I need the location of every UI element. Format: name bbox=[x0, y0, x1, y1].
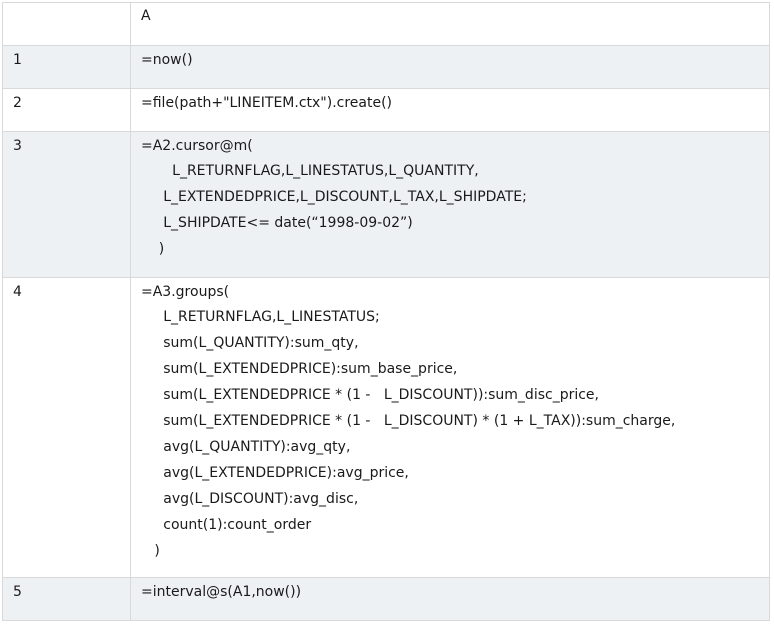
cell-line: =now() bbox=[141, 52, 193, 68]
cell-a4[interactable]: =A3.groups( L_RETURNFLAG,L_LINESTATUS; s… bbox=[130, 277, 770, 578]
column-header-a[interactable]: A bbox=[130, 2, 770, 46]
row-number-3[interactable]: 3 bbox=[2, 131, 131, 278]
table-row: 2 =file(path+"LINEITEM.ctx").create() bbox=[2, 88, 770, 132]
table-row: 4 =A3.groups( L_RETURNFLAG,L_LINESTATUS;… bbox=[2, 277, 770, 578]
cell-line: avg(L_QUANTITY):avg_qty, bbox=[141, 439, 351, 455]
cell-line: =A3.groups( bbox=[141, 284, 230, 300]
corner-cell[interactable] bbox=[2, 2, 131, 46]
cell-line: =file(path+"LINEITEM.ctx").create() bbox=[141, 95, 393, 111]
cell-line: sum(L_EXTENDEDPRICE * (1 - L_DISCOUNT)):… bbox=[141, 387, 599, 403]
cell-line: L_RETURNFLAG,L_LINESTATUS; bbox=[141, 309, 380, 325]
cell-line: avg(L_DISCOUNT):avg_disc, bbox=[141, 491, 359, 507]
row-number-1[interactable]: 1 bbox=[2, 45, 131, 89]
cell-line: count(1):count_order bbox=[141, 517, 312, 533]
cell-line: L_SHIPDATE<= date(“1998-09-02”) bbox=[141, 215, 413, 231]
cell-line: ) bbox=[141, 543, 160, 559]
cell-line: L_EXTENDEDPRICE,L_DISCOUNT,L_TAX,L_SHIPD… bbox=[141, 189, 527, 205]
cell-line: =A2.cursor@m( bbox=[141, 138, 253, 154]
table-row: 5 =interval@s(A1,now()) bbox=[2, 577, 770, 621]
cell-line: avg(L_EXTENDEDPRICE):avg_price, bbox=[141, 465, 409, 481]
cell-line: sum(L_QUANTITY):sum_qty, bbox=[141, 335, 359, 351]
spreadsheet-grid: A 1 =now() 2 =file(path+"LINEITEM.ctx").… bbox=[2, 2, 770, 621]
cell-line: =interval@s(A1,now()) bbox=[141, 584, 302, 600]
row-number-5[interactable]: 5 bbox=[2, 577, 131, 621]
cell-line: sum(L_EXTENDEDPRICE * (1 - L_DISCOUNT) *… bbox=[141, 413, 676, 429]
cell-line: sum(L_EXTENDEDPRICE):sum_base_price, bbox=[141, 361, 458, 377]
column-header-label: A bbox=[141, 8, 151, 24]
table-row: 3 =A2.cursor@m( L_RETURNFLAG,L_LINESTATU… bbox=[2, 131, 770, 278]
cell-a5[interactable]: =interval@s(A1,now()) bbox=[130, 577, 770, 621]
cell-a3[interactable]: =A2.cursor@m( L_RETURNFLAG,L_LINESTATUS,… bbox=[130, 131, 770, 278]
cell-line: L_RETURNFLAG,L_LINESTATUS,L_QUANTITY, bbox=[141, 163, 479, 179]
header-row: A bbox=[2, 2, 770, 46]
cell-a2[interactable]: =file(path+"LINEITEM.ctx").create() bbox=[130, 88, 770, 132]
row-number-2[interactable]: 2 bbox=[2, 88, 131, 132]
table-row: 1 =now() bbox=[2, 45, 770, 89]
cell-line: ) bbox=[141, 241, 165, 257]
row-number-4[interactable]: 4 bbox=[2, 277, 131, 578]
cell-a1[interactable]: =now() bbox=[130, 45, 770, 89]
